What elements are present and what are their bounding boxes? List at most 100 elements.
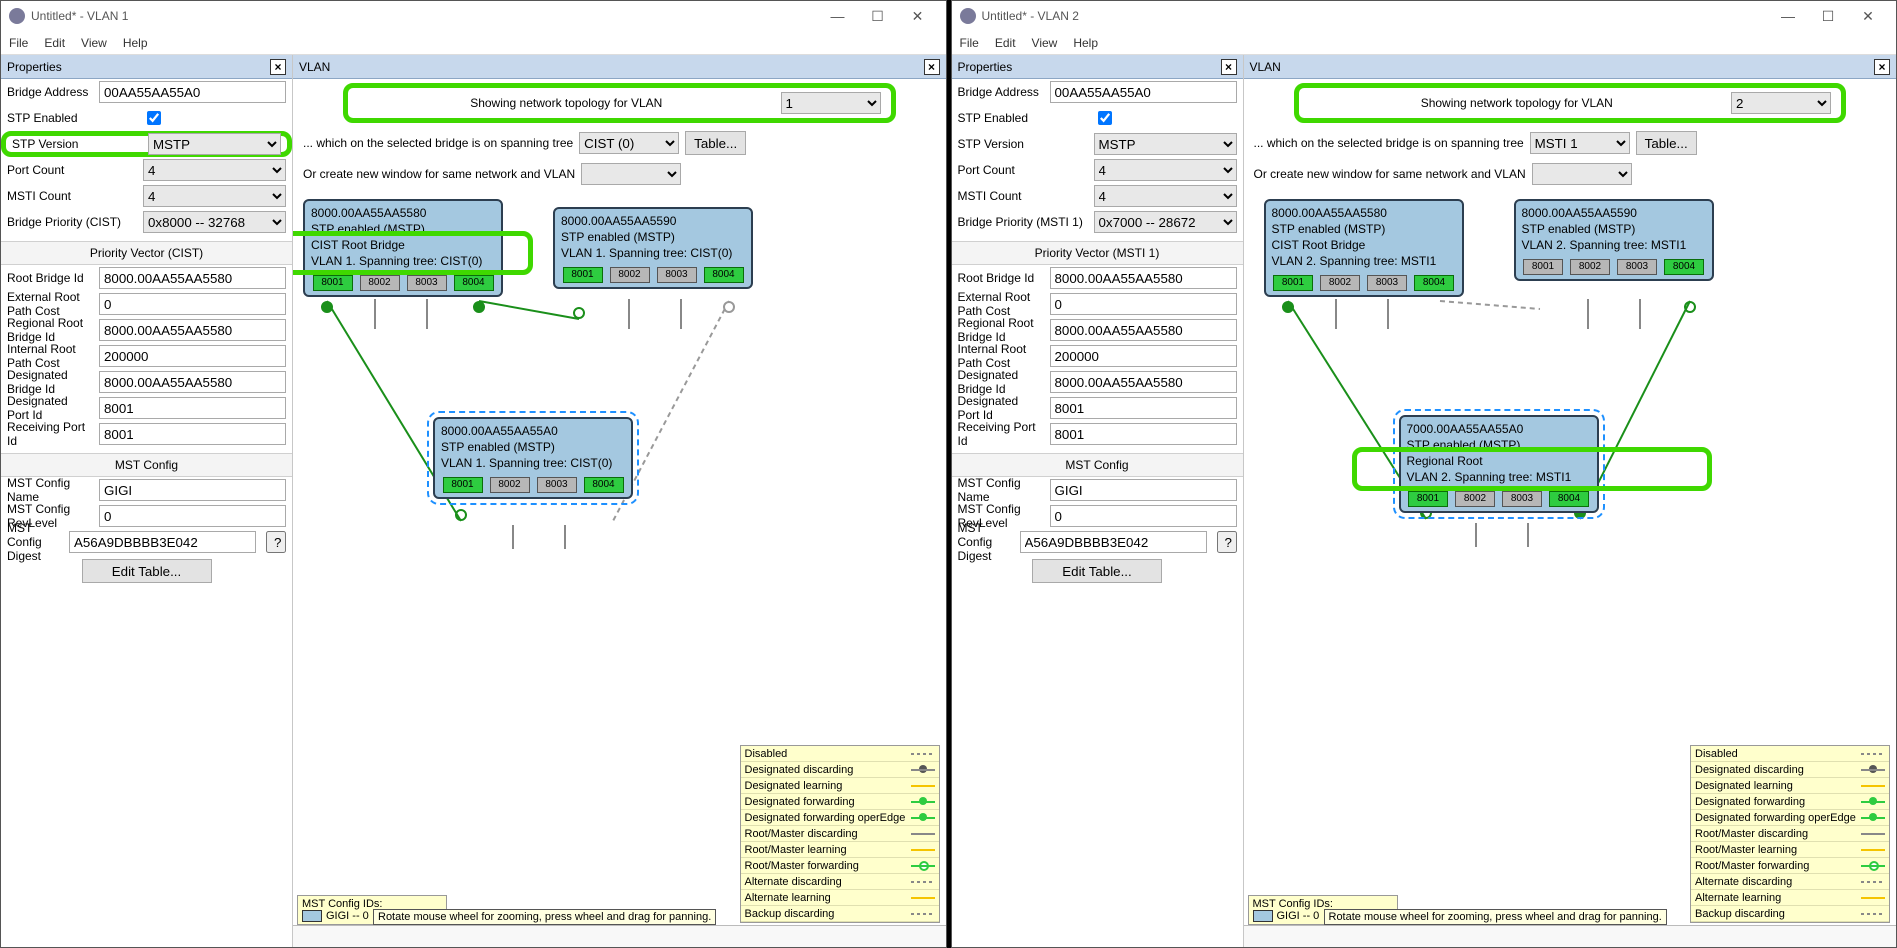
mst-name-input[interactable]	[99, 479, 286, 501]
new-window-select[interactable]	[1532, 163, 1632, 185]
close-properties-icon[interactable]: ×	[1221, 59, 1237, 75]
port-8004[interactable]: 8004	[1549, 491, 1589, 507]
stp-enabled-checkbox[interactable]	[1098, 111, 1112, 125]
internal-root-path-input[interactable]	[1050, 345, 1237, 367]
port-8001[interactable]: 8001	[1523, 259, 1563, 275]
port-8001[interactable]: 8001	[443, 477, 483, 493]
designated-bridge-input[interactable]	[1050, 371, 1237, 393]
menu-file[interactable]: File	[9, 36, 28, 50]
port-8002[interactable]: 8002	[490, 477, 530, 493]
vlan-select[interactable]: 2	[1731, 92, 1831, 114]
topology-canvas[interactable]: 8000.00AA55AA5580STP enabled (MSTP)CIST …	[1244, 189, 1897, 947]
port-8004[interactable]: 8004	[1664, 259, 1704, 275]
stp-version-select[interactable]: MSTP	[148, 133, 281, 155]
mst-name-input[interactable]	[1050, 479, 1237, 501]
tree-select[interactable]: MSTI 1	[1530, 132, 1630, 154]
port-8002[interactable]: 8002	[1570, 259, 1610, 275]
new-window-select[interactable]	[581, 163, 681, 185]
port-8004[interactable]: 8004	[1414, 275, 1454, 291]
port-8004[interactable]: 8004	[704, 267, 744, 283]
designated-bridge-input[interactable]	[99, 371, 286, 393]
bridge-node[interactable]: 7000.00AA55AA55A0STP enabled (MSTP)Regio…	[1399, 415, 1599, 513]
stp-enabled-label: STP Enabled	[7, 111, 137, 125]
bridge-node[interactable]: 8000.00AA55AA5590STP enabled (MSTP)VLAN …	[553, 207, 753, 289]
hint-tooltip: Rotate mouse wheel for zooming, press wh…	[373, 909, 716, 925]
edit-table-button[interactable]: Edit Table...	[82, 559, 212, 583]
port-8004[interactable]: 8004	[454, 275, 494, 291]
port-count-select[interactable]: 4	[143, 159, 286, 181]
internal-root-path-input[interactable]	[99, 345, 286, 367]
table-button[interactable]: Table...	[685, 131, 746, 155]
port-8001[interactable]: 8001	[313, 275, 353, 291]
minimize-button[interactable]: —	[1768, 8, 1808, 24]
root-bridge-id-input[interactable]	[1050, 267, 1237, 289]
port-8003[interactable]: 8003	[1617, 259, 1657, 275]
port-8002[interactable]: 8002	[610, 267, 650, 283]
bridge-priority-select[interactable]: 0x8000 -- 32768	[143, 211, 286, 233]
port-8003[interactable]: 8003	[1502, 491, 1542, 507]
menu-view[interactable]: View	[1032, 36, 1058, 50]
tree-select[interactable]: CIST (0)	[579, 132, 679, 154]
bridge-node[interactable]: 8000.00AA55AA5580STP enabled (MSTP)CIST …	[303, 199, 503, 297]
maximize-button[interactable]: ☐	[858, 8, 898, 25]
mst-digest-input[interactable]	[1020, 531, 1207, 553]
port-8002[interactable]: 8002	[1320, 275, 1360, 291]
port-8003[interactable]: 8003	[407, 275, 447, 291]
menu-file[interactable]: File	[960, 36, 979, 50]
bridge-priority-select[interactable]: 0x7000 -- 28672	[1094, 211, 1237, 233]
regional-root-id-input[interactable]	[99, 319, 286, 341]
designated-port-input[interactable]	[99, 397, 286, 419]
port-8001[interactable]: 8001	[1408, 491, 1448, 507]
vlan-select[interactable]: 1	[781, 92, 881, 114]
port-8004[interactable]: 8004	[584, 477, 624, 493]
designated-port-input[interactable]	[1050, 397, 1237, 419]
minimize-button[interactable]: —	[818, 8, 858, 24]
edit-table-button[interactable]: Edit Table...	[1032, 559, 1162, 583]
regional-root-id-input[interactable]	[1050, 319, 1237, 341]
mst-digest-help-button[interactable]: ?	[266, 531, 286, 553]
bridge-address-input[interactable]	[1050, 81, 1237, 103]
bridge-address-input[interactable]	[99, 81, 286, 103]
port-8001[interactable]: 8001	[563, 267, 603, 283]
stp-version-select[interactable]: MSTP	[1094, 133, 1237, 155]
port-8003[interactable]: 8003	[537, 477, 577, 493]
receiving-port-input[interactable]	[99, 423, 286, 445]
legend-row: Designated forwarding	[741, 794, 939, 810]
legend-label: Disabled	[745, 748, 788, 760]
bridge-node[interactable]: 8000.00AA55AA5580STP enabled (MSTP)CIST …	[1264, 199, 1464, 297]
menu-edit[interactable]: Edit	[995, 36, 1016, 50]
external-root-path-input[interactable]	[1050, 293, 1237, 315]
bridge-node[interactable]: 8000.00AA55AA5590STP enabled (MSTP)VLAN …	[1514, 199, 1714, 281]
port-8002[interactable]: 8002	[1455, 491, 1495, 507]
bridge-node[interactable]: 8000.00AA55AA55A0STP enabled (MSTP)VLAN …	[433, 417, 633, 499]
close-button[interactable]: ✕	[898, 8, 938, 25]
mst-rev-input[interactable]	[99, 505, 286, 527]
port-8003[interactable]: 8003	[1367, 275, 1407, 291]
node-ports: 8001 8002 8003 8004	[441, 477, 625, 493]
menu-edit[interactable]: Edit	[44, 36, 65, 50]
menu-view[interactable]: View	[81, 36, 107, 50]
close-properties-icon[interactable]: ×	[270, 59, 286, 75]
maximize-button[interactable]: ☐	[1808, 8, 1848, 25]
msti-count-select[interactable]: 4	[1094, 185, 1237, 207]
port-count-select[interactable]: 4	[1094, 159, 1237, 181]
close-vlan-icon[interactable]: ×	[924, 59, 940, 75]
mst-digest-help-button[interactable]: ?	[1217, 531, 1237, 553]
mst-rev-input[interactable]	[1050, 505, 1237, 527]
topology-canvas[interactable]: 8000.00AA55AA5580STP enabled (MSTP)CIST …	[293, 189, 946, 947]
mst-digest-input[interactable]	[69, 531, 256, 553]
menu-help[interactable]: Help	[1073, 36, 1098, 50]
menu-help[interactable]: Help	[123, 36, 148, 50]
receiving-port-input[interactable]	[1050, 423, 1237, 445]
port-8002[interactable]: 8002	[360, 275, 400, 291]
close-button[interactable]: ✕	[1848, 8, 1888, 25]
stp-enabled-checkbox[interactable]	[147, 111, 161, 125]
root-bridge-id-input[interactable]	[99, 267, 286, 289]
legend-symbol	[1861, 830, 1885, 838]
port-8001[interactable]: 8001	[1273, 275, 1313, 291]
table-button[interactable]: Table...	[1636, 131, 1697, 155]
port-8003[interactable]: 8003	[657, 267, 697, 283]
external-root-path-input[interactable]	[99, 293, 286, 315]
close-vlan-icon[interactable]: ×	[1874, 59, 1890, 75]
msti-count-select[interactable]: 4	[143, 185, 286, 207]
